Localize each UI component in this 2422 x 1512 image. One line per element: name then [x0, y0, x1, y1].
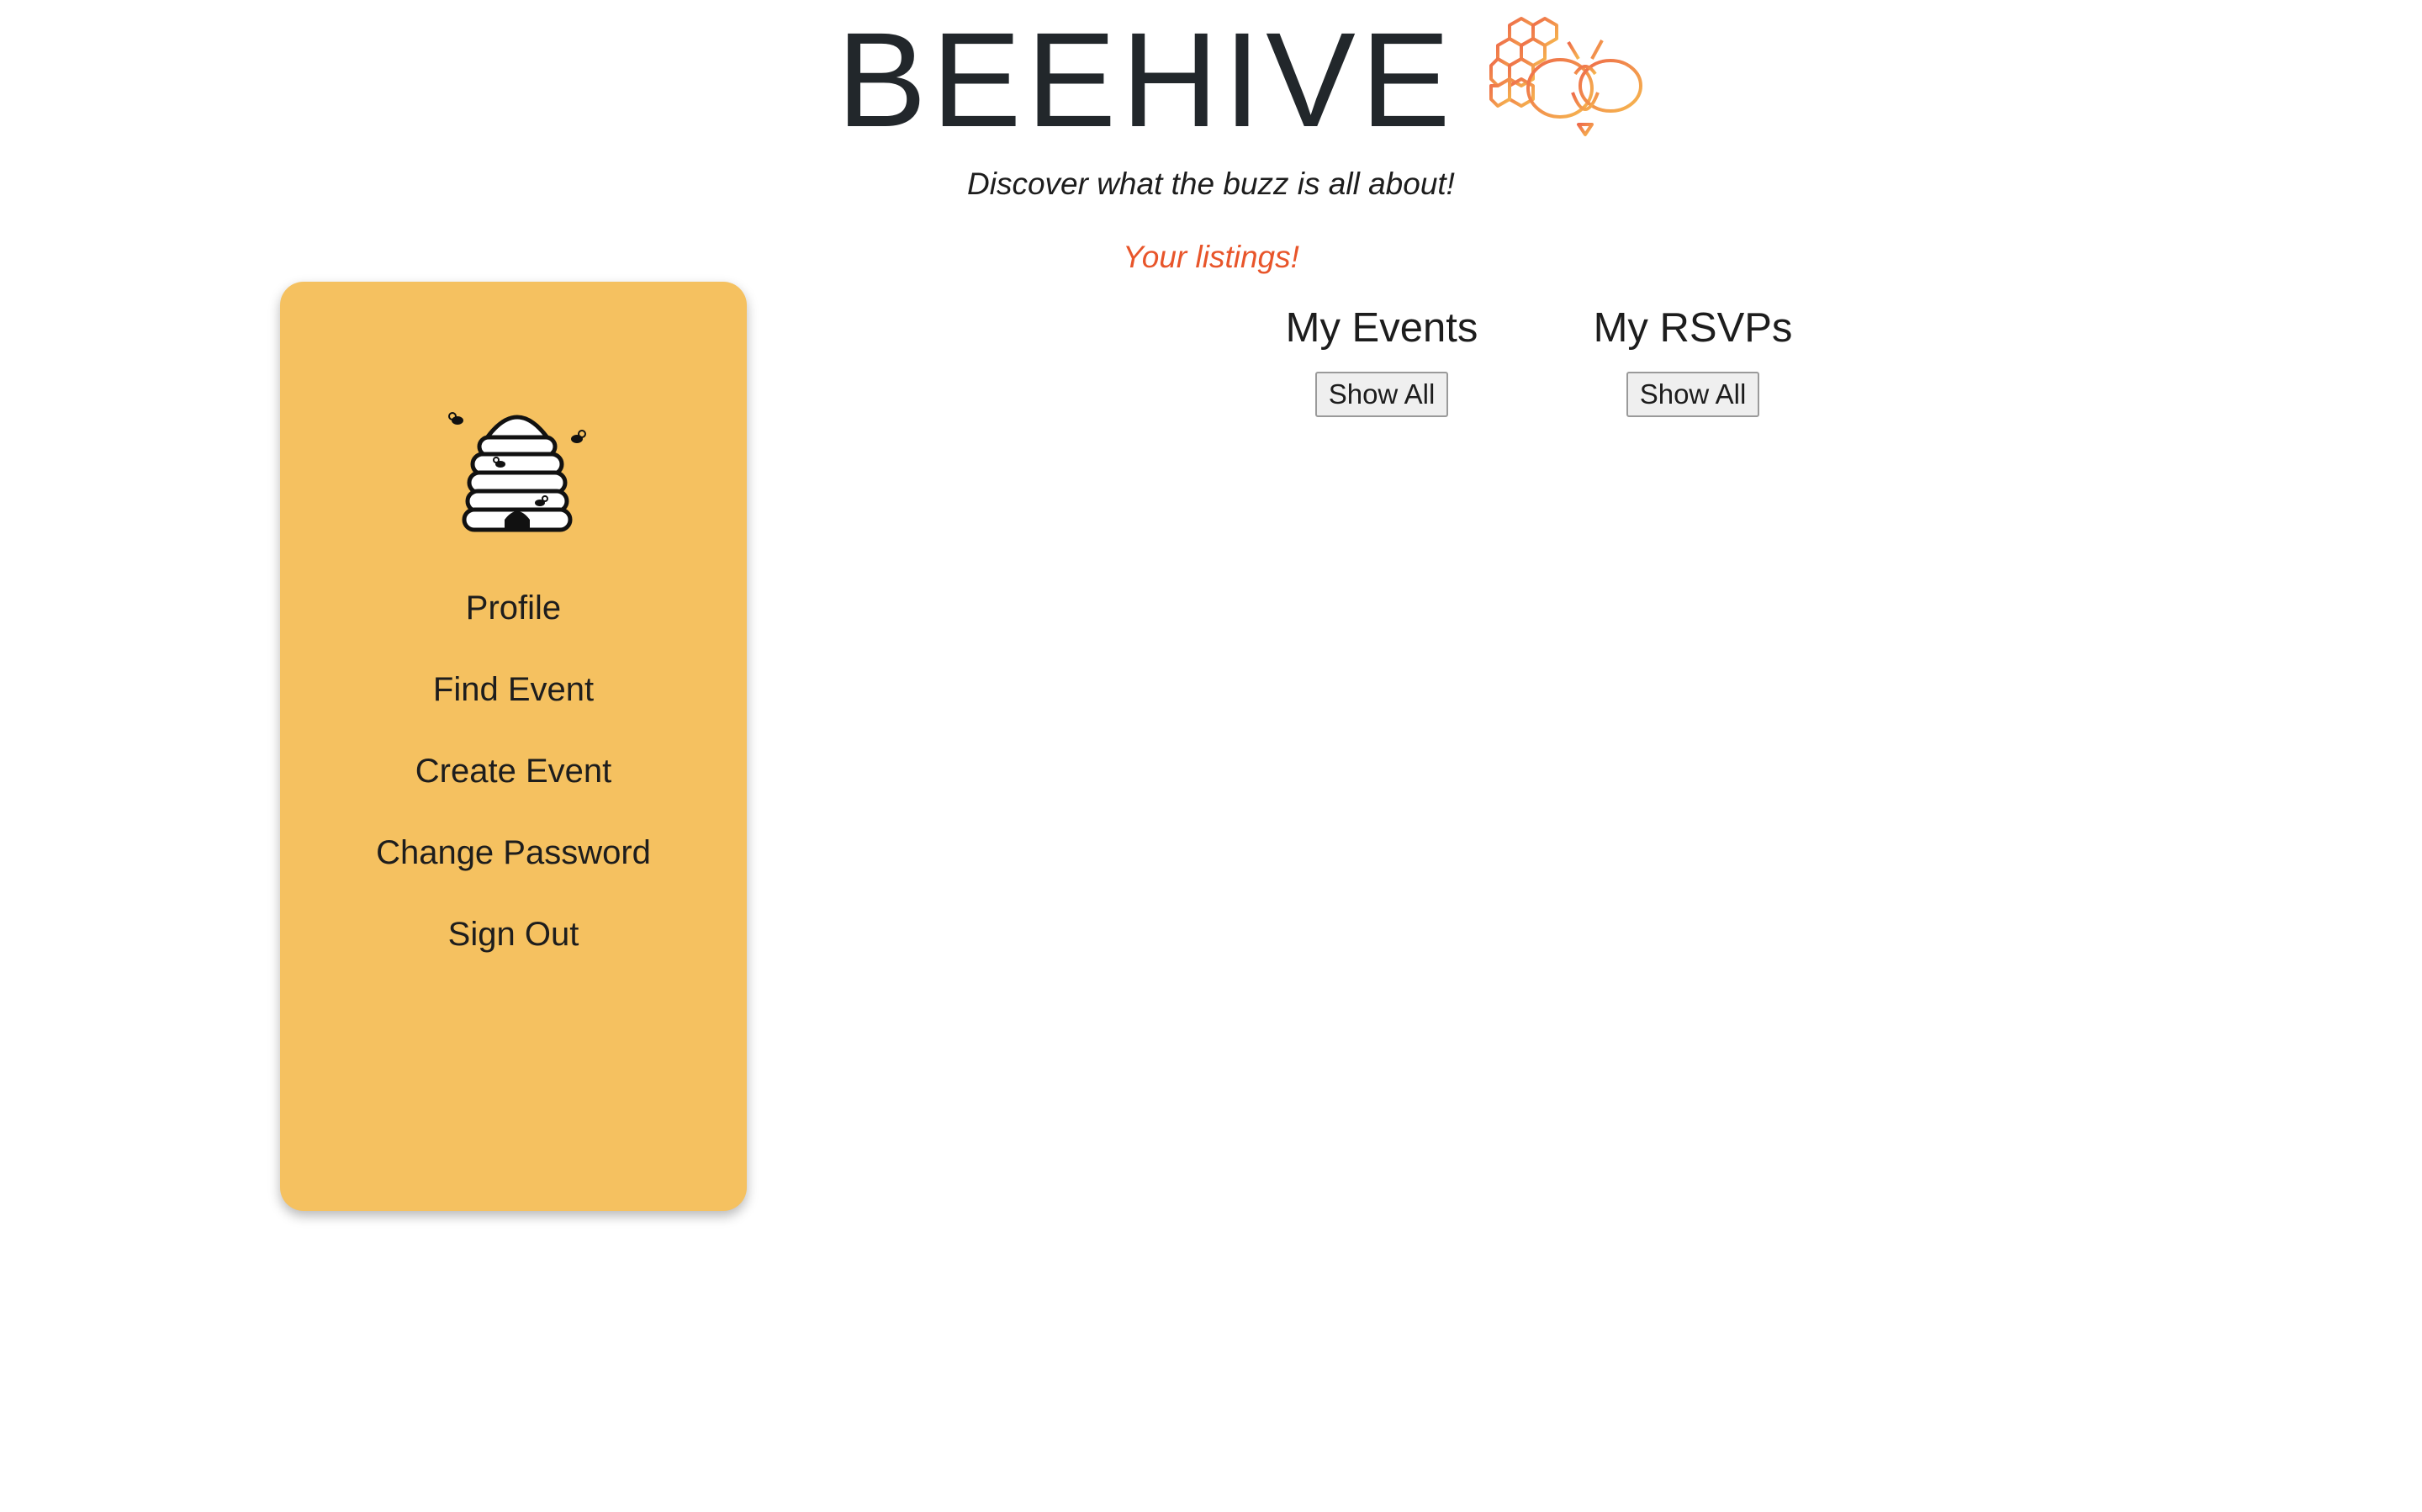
- tagline: Discover what the buzz is all about!: [967, 167, 1455, 201]
- brand-header: BEEHIVE: [837, 8, 1644, 151]
- sidebar-item-find-event[interactable]: Find Event: [280, 649, 747, 731]
- show-all-rsvps-button[interactable]: Show All: [1626, 372, 1760, 417]
- sidebar-nav: Profile Find Event Create Event Change P…: [280, 568, 747, 975]
- page: BEEHIVE Discover what the buzz is all ab…: [0, 0, 2422, 1512]
- my-rsvps-heading: My RSVPs: [1593, 305, 1793, 351]
- sidebar: Profile Find Event Create Event Change P…: [280, 282, 747, 1211]
- beehive-icon: [448, 412, 586, 532]
- sidebar-item-create-event[interactable]: Create Event: [280, 731, 747, 812]
- sidebar-item-change-password[interactable]: Change Password: [280, 812, 747, 894]
- sidebar-item-sign-out[interactable]: Sign Out: [280, 894, 747, 975]
- app-title: BEEHIVE: [837, 4, 1456, 155]
- my-rsvps-section: My RSVPs Show All: [1567, 303, 1819, 417]
- honeycomb-bee-icon: [1489, 17, 1642, 136]
- show-all-events-button[interactable]: Show All: [1314, 372, 1449, 417]
- my-events-section: My Events Show All: [1256, 303, 1508, 417]
- listings-heading: Your listings!: [1123, 240, 1299, 274]
- my-events-heading: My Events: [1285, 305, 1478, 351]
- sidebar-item-profile[interactable]: Profile: [280, 568, 747, 649]
